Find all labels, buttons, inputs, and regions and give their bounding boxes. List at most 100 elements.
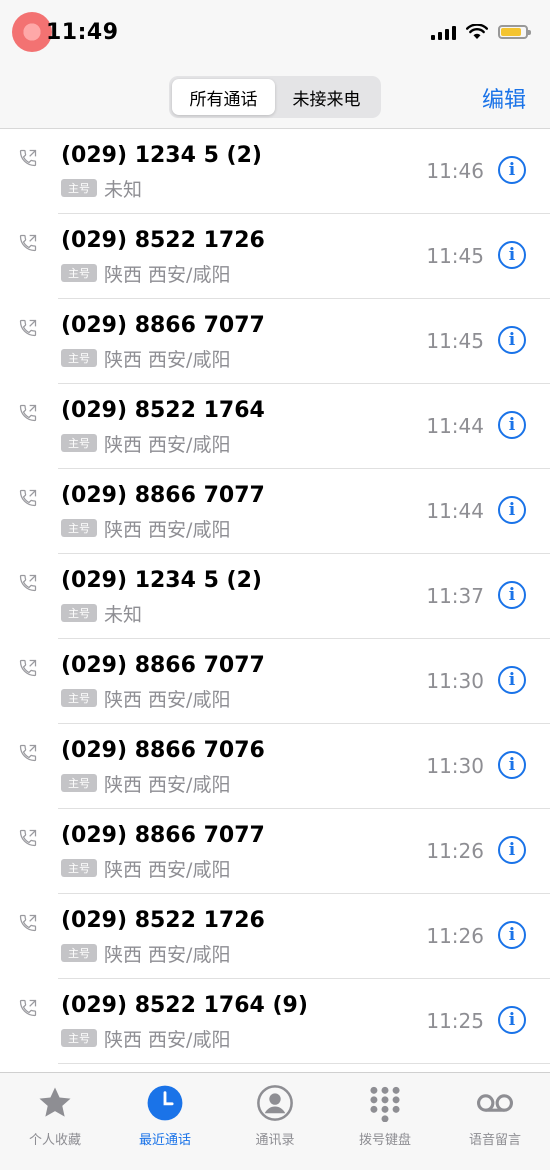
line-tag: 主号	[61, 774, 97, 792]
call-location: 未知	[104, 179, 143, 201]
status-time: 11:49	[46, 20, 119, 45]
call-number: (029) 8522 1764	[61, 398, 265, 423]
outgoing-call-icon	[19, 319, 37, 337]
call-row[interactable]: (029) 8522 1764 (9) 主号 陕西 西安/咸阳 11:25 i	[0, 979, 550, 1064]
info-button[interactable]: i	[498, 836, 526, 864]
call-number: (029) 8866 7076	[61, 738, 265, 763]
status-icons	[431, 24, 531, 40]
contact-icon	[255, 1083, 295, 1123]
info-button[interactable]: i	[498, 581, 526, 609]
outgoing-call-icon	[19, 999, 37, 1017]
outgoing-call-icon	[19, 149, 37, 167]
info-button[interactable]: i	[498, 666, 526, 694]
call-row[interactable]: (029) 8522 1764 主号 陕西 西安/咸阳 11:44 i	[0, 384, 550, 469]
star-icon	[35, 1083, 75, 1123]
call-time: 11:45	[426, 244, 484, 268]
call-time: 11:45	[426, 329, 484, 353]
call-number: (029) 8522 1764 (9)	[61, 993, 308, 1018]
call-number: (029) 8866 7077	[61, 313, 265, 338]
call-time: 11:37	[426, 584, 484, 608]
call-number: (029) 1234 5 (2)	[61, 568, 262, 593]
call-time: 11:46	[426, 159, 484, 183]
line-tag: 主号	[61, 349, 97, 367]
call-row[interactable]: (029) 8522 1726 主号 陕西 西安/咸阳 11:26 i	[0, 894, 550, 979]
tab-label: 通讯录	[255, 1133, 295, 1148]
call-location: 陕西 西安/咸阳	[104, 519, 231, 541]
call-location: 陕西 西安/咸阳	[104, 944, 231, 966]
outgoing-call-icon	[19, 234, 37, 252]
call-location: 陕西 西安/咸阳	[104, 774, 231, 796]
call-number: (029) 8866 7077	[61, 823, 265, 848]
line-tag: 主号	[61, 264, 97, 282]
tab-voicemail[interactable]: 语音留言	[440, 1073, 550, 1170]
call-row[interactable]: (029) 8866 7077 主号 陕西 西安/咸阳 11:26 i	[0, 809, 550, 894]
call-location: 陕西 西安/咸阳	[104, 859, 231, 881]
outgoing-call-icon	[19, 659, 37, 677]
info-button[interactable]: i	[498, 1006, 526, 1034]
info-button[interactable]: i	[498, 241, 526, 269]
line-tag: 主号	[61, 179, 97, 197]
call-number: (029) 8866 7077	[61, 483, 265, 508]
outgoing-call-icon	[19, 489, 37, 507]
call-time: 11:44	[426, 414, 484, 438]
segment-missed-calls[interactable]: 未接来电	[275, 79, 378, 115]
tab-label: 最近通话	[138, 1133, 191, 1148]
tab-recents[interactable]: 最近通话	[110, 1073, 220, 1170]
tab-bar: 个人收藏 最近通话 通讯录 拨号键盘 语音留言	[0, 1072, 550, 1170]
tab-label: 拨号键盘	[358, 1133, 411, 1148]
line-tag: 主号	[61, 519, 97, 537]
call-number: (029) 1234 5 (2)	[61, 143, 262, 168]
tab-contacts[interactable]: 通讯录	[220, 1073, 330, 1170]
tab-favorites[interactable]: 个人收藏	[0, 1073, 110, 1170]
call-number: (029) 8866 7077	[61, 653, 265, 678]
info-button[interactable]: i	[498, 156, 526, 184]
info-button[interactable]: i	[498, 411, 526, 439]
call-location: 陕西 西安/咸阳	[104, 1029, 231, 1051]
outgoing-call-icon	[19, 829, 37, 847]
call-time: 11:30	[426, 754, 484, 778]
call-number: (029) 8522 1726	[61, 228, 265, 253]
line-tag: 主号	[61, 944, 97, 962]
call-row[interactable]: (029) 8866 7076 主号 陕西 西安/咸阳 11:30 i	[0, 724, 550, 809]
call-location: 陕西 西安/咸阳	[104, 689, 231, 711]
call-row[interactable]: (029) 8866 7077 主号 陕西 西安/咸阳 11:45 i	[0, 299, 550, 384]
keypad-icon	[365, 1083, 405, 1123]
call-location: 陕西 西安/咸阳	[104, 434, 231, 456]
info-button[interactable]: i	[498, 326, 526, 354]
recent-calls-list: (029) 1234 5 (2) 主号 未知 11:46 i (029) 852…	[0, 129, 550, 1064]
line-tag: 主号	[61, 434, 97, 452]
call-row[interactable]: (029) 8866 7077 主号 陕西 西安/咸阳 11:44 i	[0, 469, 550, 554]
voicemail-icon	[475, 1083, 515, 1123]
outgoing-call-icon	[19, 914, 37, 932]
line-tag: 主号	[61, 859, 97, 877]
info-button[interactable]: i	[498, 921, 526, 949]
edit-button[interactable]: 编辑	[482, 82, 526, 114]
call-location: 未知	[104, 604, 143, 626]
call-time: 11:25	[426, 1009, 484, 1033]
outgoing-call-icon	[19, 744, 37, 762]
line-tag: 主号	[61, 689, 97, 707]
call-filter-segmented: 所有通话 未接来电	[169, 76, 381, 118]
line-tag: 主号	[61, 1029, 97, 1047]
segment-all-calls[interactable]: 所有通话	[172, 79, 275, 115]
call-time: 11:26	[426, 924, 484, 948]
call-location: 陕西 西安/咸阳	[104, 264, 231, 286]
wifi-icon	[466, 24, 488, 39]
clock-icon	[145, 1083, 185, 1123]
call-row[interactable]: (029) 8522 1726 主号 陕西 西安/咸阳 11:45 i	[0, 214, 550, 299]
call-row[interactable]: (029) 8866 7077 主号 陕西 西安/咸阳 11:30 i	[0, 639, 550, 724]
tab-label: 个人收藏	[28, 1133, 81, 1148]
recents-screen: 11:49 所有通话 未接来电 编辑 (029) 1234 5 (2) 主号 未…	[0, 0, 550, 1170]
info-button[interactable]: i	[498, 496, 526, 524]
call-row[interactable]: (029) 1234 5 (2) 主号 未知 11:37 i	[0, 554, 550, 639]
line-tag: 主号	[61, 604, 97, 622]
tab-keypad[interactable]: 拨号键盘	[330, 1073, 440, 1170]
outgoing-call-icon	[19, 574, 37, 592]
signal-icon	[431, 24, 456, 40]
call-row[interactable]: (029) 1234 5 (2) 主号 未知 11:46 i	[0, 129, 550, 214]
outgoing-call-icon	[19, 404, 37, 422]
call-location: 陕西 西安/咸阳	[104, 349, 231, 371]
call-time: 11:30	[426, 669, 484, 693]
call-number: (029) 8522 1726	[61, 908, 265, 933]
info-button[interactable]: i	[498, 751, 526, 779]
